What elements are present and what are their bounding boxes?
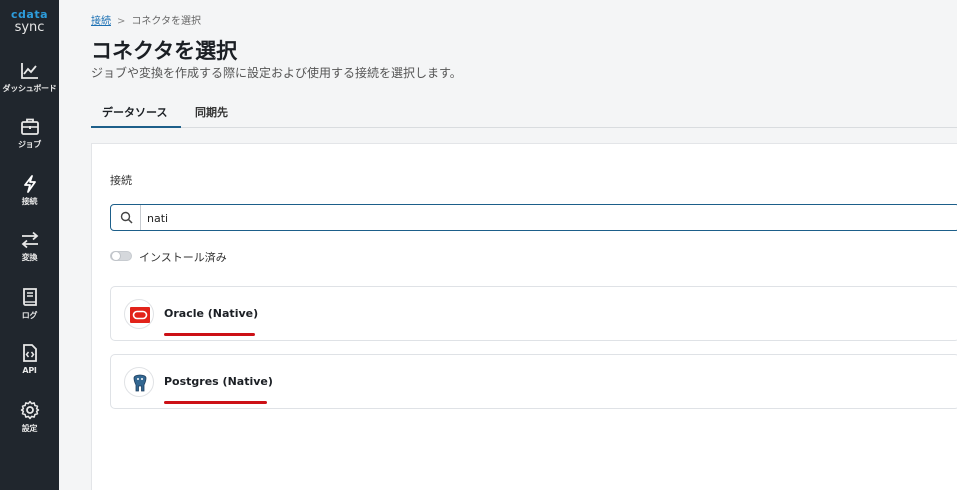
toggle-knob: [111, 251, 121, 261]
sidebar-item-dashboard[interactable]: ダッシュボード: [0, 62, 59, 94]
sidebar-item-connections[interactable]: 接続: [0, 175, 59, 207]
postgres-elephant-icon: [124, 367, 154, 397]
chart-line-icon: [20, 63, 38, 79]
briefcase-icon: [20, 118, 39, 135]
log-book-icon: [22, 288, 37, 306]
sidebar-item-settings[interactable]: 設定: [0, 400, 59, 434]
app-logo[interactable]: cdata sync: [0, 8, 59, 35]
red-underline-annotation: [164, 401, 267, 404]
page-subtitle: ジョブや変換を作成する際に設定および使用する接続を選択します。: [91, 66, 462, 80]
connector-card-oracle[interactable]: Oracle (Native): [110, 286, 957, 341]
search-box: [110, 204, 957, 231]
sidebar-item-api[interactable]: API: [0, 343, 59, 375]
breadcrumb-separator: >: [117, 16, 126, 27]
logo-product: sync: [14, 20, 45, 35]
tab-data-source[interactable]: データソース: [102, 104, 167, 120]
sidebar-item-transform[interactable]: 変換: [0, 231, 59, 263]
gear-icon: [20, 400, 39, 420]
tab-bar: データソース 同期先: [91, 98, 957, 128]
sidebar-item-label: ダッシュボード: [2, 84, 57, 93]
sidebar-item-label: ジョブ: [17, 140, 42, 149]
sidebar-item-label: 接続: [21, 197, 38, 206]
sidebar-item-logs[interactable]: ログ: [0, 287, 59, 321]
section-label: 接続: [110, 174, 132, 187]
connector-panel: 接続 インストール済み Oracle (Native) Postgres (Na…: [91, 143, 957, 490]
api-file-icon: [22, 344, 37, 362]
lightning-bolt-icon: [23, 175, 36, 193]
search-icon: [111, 205, 141, 230]
breadcrumb-link-connections[interactable]: 接続: [91, 16, 111, 27]
connector-name: Postgres (Native): [164, 375, 273, 388]
red-underline-annotation: [164, 333, 255, 336]
sidebar-item-label: API: [22, 366, 37, 375]
main-content: 接続 > コネクタを選択 コネクタを選択 ジョブや変換を作成する際に設定および使用す…: [59, 0, 957, 490]
sidebar: cdata sync ダッシュボード ジョブ 接続 変換 ログ API 設定: [0, 0, 59, 490]
connector-name: Oracle (Native): [164, 307, 259, 320]
oracle-logo-icon: [124, 299, 154, 329]
sidebar-item-label: 変換: [21, 253, 38, 262]
breadcrumb: 接続 > コネクタを選択: [91, 12, 201, 27]
tab-destination[interactable]: 同期先: [195, 104, 228, 120]
connector-card-postgres[interactable]: Postgres (Native): [110, 354, 957, 409]
active-tab-indicator: [91, 126, 181, 128]
sidebar-item-jobs[interactable]: ジョブ: [0, 118, 59, 150]
swap-arrows-icon: [21, 231, 38, 249]
page-title: コネクタを選択: [91, 39, 238, 63]
search-input[interactable]: [147, 209, 947, 227]
installed-toggle[interactable]: [110, 251, 132, 261]
installed-toggle-label: インストール済み: [139, 251, 227, 264]
sidebar-item-label: 設定: [21, 424, 38, 433]
sidebar-item-label: ログ: [21, 311, 38, 320]
breadcrumb-current: コネクタを選択: [131, 16, 201, 27]
